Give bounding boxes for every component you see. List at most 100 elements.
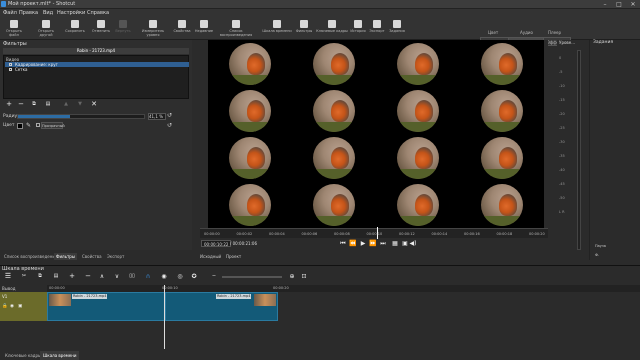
zoom-icon[interactable]: ▣ bbox=[401, 240, 409, 248]
add-filter-icon[interactable]: + bbox=[5, 101, 13, 108]
robin-image bbox=[247, 146, 265, 169]
meter-level-label: -25 bbox=[559, 126, 565, 130]
jobs-button[interactable]: Задания bbox=[388, 19, 406, 39]
player-ruler[interactable]: 00:00:00 00:00:02 00:00:04 00:00:06 00:00:08… bbox=[200, 227, 548, 239]
tab-project[interactable]: Проект bbox=[226, 254, 241, 259]
lock-icon[interactable]: 🔒 bbox=[2, 304, 8, 309]
copy-icon[interactable]: ⧉ bbox=[36, 272, 44, 281]
transparent-button[interactable]: Прозрачный bbox=[41, 122, 65, 129]
ripple-delete-icon[interactable]: − bbox=[84, 272, 92, 281]
menu-help[interactable]: Справка bbox=[87, 10, 109, 16]
remove-filter-icon[interactable]: − bbox=[17, 101, 25, 108]
copy-filter-icon[interactable]: ⧉ bbox=[30, 101, 38, 108]
track-header-v1[interactable]: V1 🔒 ◉ ▣ bbox=[0, 292, 47, 321]
menu-view[interactable]: Вид bbox=[43, 10, 53, 16]
radius-slider[interactable] bbox=[17, 114, 145, 119]
layout-player[interactable]: Плеер bbox=[548, 30, 561, 35]
timeline-zoom-slider[interactable] bbox=[222, 276, 282, 278]
source-project-tabs: Исходный Проект bbox=[196, 252, 548, 262]
folder-other-icon bbox=[42, 20, 50, 28]
tab-playlist[interactable]: Список воспроизведения bbox=[2, 253, 59, 260]
visibility-icon[interactable]: ◉ bbox=[10, 304, 14, 309]
export-button[interactable]: Экспорт bbox=[368, 19, 386, 39]
layout-color[interactable]: Цвет bbox=[488, 30, 498, 35]
ripple-icon[interactable]: ◎ bbox=[176, 272, 184, 281]
filters-button[interactable]: Фильтры bbox=[294, 19, 314, 39]
tab-keyframes[interactable]: Ключевые кадры bbox=[2, 351, 44, 360]
close-icon[interactable]: ✕ bbox=[626, 0, 640, 9]
grid-toggle-icon[interactable]: ▦ bbox=[391, 240, 399, 248]
timeline-ruler[interactable]: 00:00:00 00:00:10 00:00:20 bbox=[47, 285, 640, 292]
skip-next-icon[interactable]: ⏭ bbox=[379, 240, 387, 248]
reset-radius-icon[interactable]: ↺ bbox=[167, 112, 172, 119]
info-icon bbox=[178, 20, 186, 28]
filter-clip-name: Robin - 21723.mp4 bbox=[3, 48, 189, 54]
scrub-icon[interactable]: ◉ bbox=[160, 272, 168, 281]
move-up-icon[interactable]: ▲ bbox=[62, 101, 70, 108]
menu-settings[interactable]: Настройки bbox=[57, 10, 85, 16]
tab-filters[interactable]: Фильтры bbox=[54, 253, 77, 260]
snap-icon[interactable]: ∩ bbox=[144, 272, 152, 281]
composite-icon[interactable]: ▣ bbox=[18, 304, 22, 309]
minimize-icon[interactable]: – bbox=[598, 0, 612, 9]
timeline-playhead[interactable] bbox=[164, 285, 165, 349]
undo-button[interactable]: Отменить bbox=[90, 19, 112, 39]
cut-icon[interactable]: ✂ bbox=[20, 272, 28, 281]
current-timecode[interactable]: 00:00:10:22 bbox=[201, 240, 232, 247]
skip-previous-icon[interactable]: ⏮ bbox=[339, 240, 347, 248]
timeline-clip[interactable]: Robin - 21723.mp4 bbox=[165, 292, 278, 321]
zoom-in-icon[interactable]: ⊕ bbox=[288, 272, 296, 281]
tab-timeline[interactable]: Шкала времени bbox=[40, 351, 80, 360]
tab-export[interactable]: Экспорт bbox=[105, 253, 126, 260]
timeline-button[interactable]: Шкала времени bbox=[262, 19, 292, 39]
ripple-all-icon[interactable]: ✪ bbox=[190, 272, 198, 281]
overwrite-icon[interactable]: ∨ bbox=[113, 272, 121, 281]
keyframes-button[interactable]: Ключевые кадры bbox=[316, 19, 348, 39]
zoom-fit-icon[interactable]: ⊡ bbox=[300, 272, 308, 281]
paste-filter-icon[interactable]: ▤ bbox=[44, 101, 52, 108]
video-tile bbox=[229, 89, 271, 132]
audio-meter-button[interactable]: Измеритель уровня bbox=[136, 19, 170, 39]
filter-list[interactable]: Видео Кадрирование: круг Сетка bbox=[3, 55, 189, 99]
recent-button[interactable]: Недавние bbox=[194, 19, 214, 39]
volume-icon[interactable]: ◀) bbox=[409, 240, 417, 248]
filter-item-grid[interactable]: Сетка bbox=[5, 67, 189, 72]
open-other-button[interactable]: Открыть другой bbox=[32, 19, 60, 39]
filter-enable-checkbox[interactable] bbox=[9, 68, 12, 71]
eyedropper-icon[interactable]: ✎ bbox=[26, 122, 32, 129]
playlist-button[interactable]: Список воспроизведения bbox=[214, 19, 258, 39]
save-button[interactable]: Сохранить bbox=[64, 19, 86, 39]
split-icon[interactable]: ▯▯ bbox=[128, 272, 136, 281]
move-down-icon[interactable]: ▼ bbox=[76, 101, 84, 108]
tab-properties[interactable]: Свойства bbox=[80, 253, 104, 260]
deselect-filter-icon[interactable]: ✕ bbox=[90, 101, 98, 108]
layout-audio[interactable]: Аудио bbox=[520, 30, 533, 35]
play-icon[interactable]: ▶ bbox=[359, 240, 367, 248]
append-icon[interactable]: + bbox=[68, 272, 76, 281]
lift-icon[interactable]: ∧ bbox=[98, 272, 106, 281]
transparent-checkbox[interactable] bbox=[36, 123, 40, 127]
menu-edit[interactable]: Правка bbox=[19, 10, 38, 16]
zoom-out-icon[interactable]: − bbox=[210, 272, 218, 281]
moss-image bbox=[397, 168, 439, 179]
menu-file[interactable]: Файл bbox=[3, 10, 17, 16]
video-preview[interactable] bbox=[208, 40, 544, 228]
redo-button[interactable]: Вернуть bbox=[113, 19, 133, 39]
jobs-menu-button[interactable]: Ф. bbox=[595, 253, 599, 257]
pause-jobs-button[interactable]: Пауза bbox=[595, 244, 606, 248]
properties-button[interactable]: Свойства bbox=[172, 19, 192, 39]
radius-spinbox[interactable]: 41,1 % bbox=[148, 113, 166, 120]
fast-forward-icon[interactable]: ⏩ bbox=[369, 240, 377, 248]
rewind-icon[interactable]: ⏪ bbox=[349, 240, 357, 248]
filter-enable-checkbox[interactable] bbox=[9, 63, 12, 66]
history-button[interactable]: История bbox=[350, 19, 366, 39]
reset-color-icon[interactable]: ↺ bbox=[167, 122, 172, 129]
timeline-menu-icon[interactable]: ☰ bbox=[4, 272, 12, 281]
color-swatch[interactable] bbox=[17, 123, 23, 129]
paste-icon[interactable]: ▤ bbox=[52, 272, 60, 281]
tab-source[interactable]: Исходный bbox=[200, 254, 221, 259]
timeline-clip[interactable]: Robin - 21723.mp4 bbox=[47, 292, 165, 321]
moss-image bbox=[229, 121, 271, 132]
open-file-button[interactable]: Открыть файл bbox=[2, 19, 26, 39]
maximize-icon[interactable]: □ bbox=[612, 0, 626, 9]
